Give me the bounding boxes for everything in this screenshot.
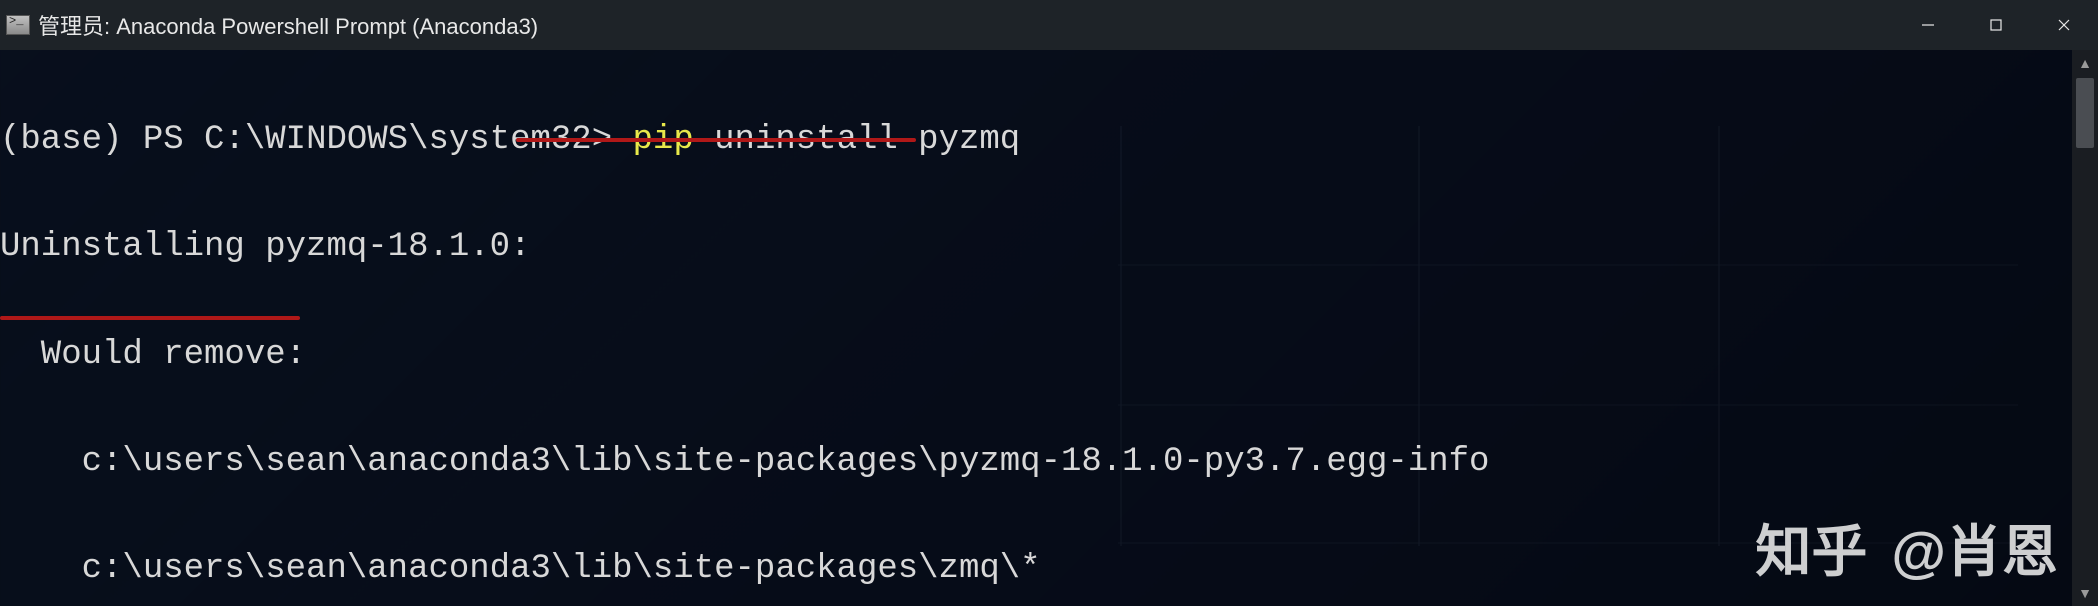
scroll-thumb[interactable] — [2076, 78, 2094, 148]
maximize-icon — [1988, 17, 2004, 33]
minimize-icon — [1920, 17, 1936, 33]
watermark-author: @肖恩 — [1891, 507, 2058, 588]
prompt-line-1: (base) PS C:\WINDOWS\system32> pip unins… — [0, 123, 2098, 159]
close-icon — [2056, 17, 2072, 33]
close-button[interactable] — [2030, 0, 2098, 50]
annotation-underline-command — [516, 138, 916, 142]
window-title: 管理员: Anaconda Powershell Prompt (Anacond… — [38, 9, 538, 41]
scroll-up-arrow-icon[interactable]: ▲ — [2072, 50, 2098, 76]
titlebar[interactable]: 管理员: Anaconda Powershell Prompt (Anacond… — [0, 0, 2098, 50]
output-line: Would remove: — [0, 338, 2098, 374]
minimize-button[interactable] — [1894, 0, 1962, 50]
watermark-brand: 知乎 — [1755, 507, 1867, 588]
annotation-underline-proceed — [0, 316, 300, 320]
watermark: 知乎 @肖恩 — [1755, 507, 2058, 588]
maximize-button[interactable] — [1962, 0, 2030, 50]
terminal-app-icon — [6, 15, 30, 35]
vertical-scrollbar[interactable]: ▲ ▼ — [2072, 50, 2098, 606]
output-line: c:\users\sean\anaconda3\lib\site-package… — [0, 445, 2098, 481]
scroll-down-arrow-icon[interactable]: ▼ — [2072, 580, 2098, 606]
prompt-ps: PS — [143, 121, 204, 159]
output-line: Uninstalling pyzmq-18.1.0: — [0, 230, 2098, 266]
prompt-env: (base) — [0, 121, 143, 159]
window-controls — [1894, 0, 2098, 50]
